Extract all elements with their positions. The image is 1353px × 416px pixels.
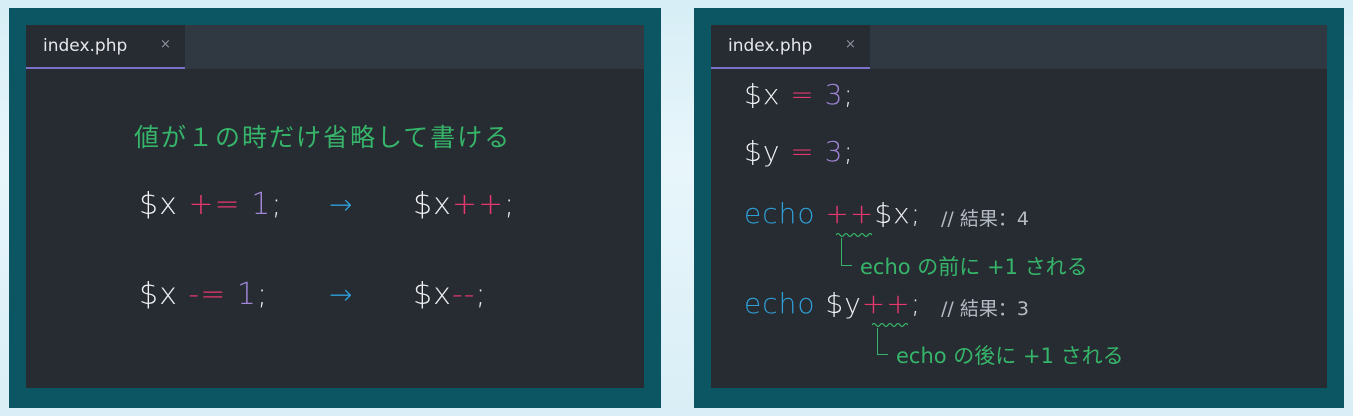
row1-after-code: $x++; [413,187,515,222]
echo-pre-increment-line: echo ++$x; [744,197,921,230]
semicolon: ; [257,277,269,312]
operator: += [188,187,241,222]
row2-after-code: $x--; [413,277,487,312]
operator: ++ [451,187,505,222]
semicolon: ; [843,135,854,168]
arrow-right-icon: → [329,188,354,221]
variable: $x [139,277,178,312]
result-comment: // 結果：4 [941,208,1029,230]
post-increment-note: echo の後に +1 される [896,344,1124,368]
pre-increment-note: echo の前に +1 される [860,255,1088,279]
close-icon[interactable]: × [845,37,856,52]
operator: -= [188,277,227,312]
echo-keyword: echo [744,197,816,230]
row1-before-code: $x += 1; [139,187,282,222]
number: 3 [824,78,844,111]
variable: $x [413,187,452,222]
semicolon: ; [910,287,922,320]
right-tab-index-php[interactable]: index.php × [711,25,870,69]
operator: ++ [861,287,911,320]
left-tab-index-php[interactable]: index.php × [26,25,185,69]
echo-keyword: echo [744,287,816,320]
right-panel: index.php × $x = 3; $y = 3; echo ++$x; /… [694,8,1344,408]
semicolon: ; [843,78,854,111]
semicolon: ; [910,197,922,230]
echo-post-increment-line: echo $y++; [744,287,921,320]
operator: -- [451,277,476,312]
left-editor: index.php × 値が１の時だけ省略して書ける $x += 1; → $x… [26,25,644,388]
variable: $x [413,277,452,312]
left-tab-bar: index.php × [26,25,644,69]
left-panel: index.php × 値が１の時だけ省略して書ける $x += 1; → $x… [9,8,661,408]
operator: = [790,78,815,111]
result-comment: // 結果：3 [941,298,1029,320]
row2-before-code: $x -= 1; [139,277,268,312]
close-icon[interactable]: × [160,37,171,52]
number: 1 [251,187,272,222]
variable: $x [744,78,781,111]
operator: ++ [825,197,875,230]
assign-x-line: $x = 3; [744,78,854,111]
pointer-bracket [841,238,852,266]
shorthand-heading: 値が１の時だけ省略して書ける [134,123,512,152]
right-editor: index.php × $x = 3; $y = 3; echo ++$x; /… [711,25,1327,388]
right-tab-bar: index.php × [711,25,1327,69]
number: 3 [824,135,844,168]
semicolon: ; [504,187,516,222]
variable: $y [825,287,862,320]
operator: = [790,135,815,168]
tab-label: index.php [43,36,128,56]
pointer-bracket [877,328,888,355]
assign-y-line: $y = 3; [744,135,854,168]
variable: $x [874,197,911,230]
variable: $x [139,187,178,222]
number: 1 [236,277,257,312]
arrow-right-icon: → [329,278,354,311]
semicolon: ; [475,277,487,312]
variable: $y [744,135,781,168]
semicolon: ; [271,187,283,222]
tab-label: index.php [728,36,813,56]
